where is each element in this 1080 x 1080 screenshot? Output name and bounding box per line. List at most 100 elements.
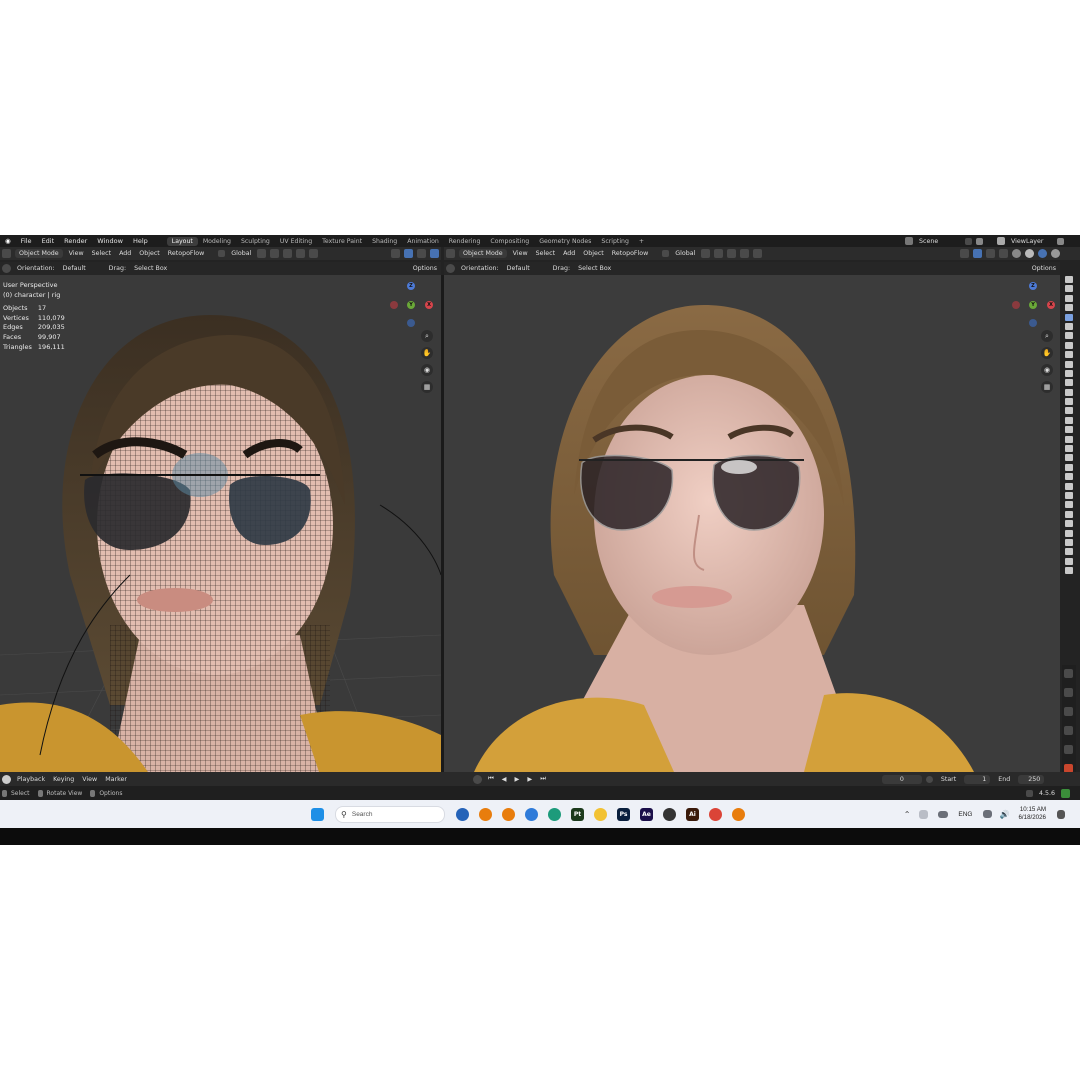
ortho-grid-icon[interactable]: ▦ [421, 381, 433, 393]
visibility-icon[interactable] [960, 249, 969, 258]
end-frame-field[interactable]: 250 [1018, 774, 1045, 784]
xray-icon[interactable] [430, 249, 439, 258]
start-frame-field[interactable]: 1 [964, 774, 991, 784]
windows-start-icon[interactable] [311, 807, 324, 821]
pin-icon[interactable] [965, 237, 972, 245]
play-icon[interactable]: ▶ [511, 776, 524, 783]
scene-properties-icon[interactable] [1064, 726, 1073, 735]
tool-properties-icon[interactable] [1064, 669, 1073, 678]
new-viewlayer-icon[interactable] [1057, 237, 1064, 245]
camera-view-icon[interactable]: ◉ [421, 364, 433, 376]
snap-settings-icon[interactable] [727, 249, 737, 258]
tab-geometry-nodes[interactable]: Geometry Nodes [534, 237, 596, 246]
menu-window[interactable]: Window [92, 237, 128, 245]
render-toggle-icon[interactable] [1065, 567, 1073, 575]
render-toggle-icon[interactable] [1065, 407, 1073, 415]
retopoflow-menu[interactable]: RetopoFlow [608, 250, 653, 257]
taskbar-search-box[interactable]: ⚲ Search [335, 805, 445, 823]
editor-type-icon[interactable] [2, 249, 11, 258]
orientation-dropdown[interactable]: Default [59, 265, 105, 272]
z-axis-handle[interactable]: Z [407, 282, 415, 290]
task-view-icon[interactable] [456, 807, 469, 821]
ortho-grid-icon[interactable]: ▦ [1041, 381, 1053, 393]
tab-sculpting[interactable]: Sculpting [236, 237, 275, 246]
next-keyframe-icon[interactable]: ▶ [523, 776, 536, 783]
viewport-menu-view[interactable]: View [509, 250, 532, 257]
volume-icon[interactable]: 🔊 [1000, 810, 1010, 819]
clock[interactable]: 10:15 AM 6/18/2026 [1018, 806, 1046, 822]
menu-render[interactable]: Render [59, 237, 92, 245]
gizmo-toggle-icon[interactable] [973, 249, 982, 258]
render-toggle-icon[interactable] [1065, 538, 1073, 546]
render-toggle-icon[interactable] [1065, 548, 1073, 556]
render-toggle-icon[interactable] [1065, 369, 1073, 377]
navigation-gizmo[interactable]: Z Y X [388, 281, 438, 327]
options-dropdown[interactable]: Options [409, 265, 441, 272]
add-workspace-button[interactable]: + [634, 237, 649, 246]
render-toggle-icon[interactable] [1065, 445, 1073, 453]
viewport-menu-select[interactable]: Select [88, 250, 115, 257]
transform-global-dropdown[interactable]: Global [227, 250, 255, 257]
output-properties-icon[interactable] [1064, 707, 1073, 716]
render-toggle-icon[interactable] [1065, 501, 1073, 509]
tab-texture-paint[interactable]: Texture Paint [317, 237, 367, 246]
render-toggle-icon[interactable] [1065, 276, 1073, 283]
tray-app-icon[interactable] [919, 809, 929, 819]
render-properties-icon[interactable] [1064, 688, 1073, 697]
tab-shading[interactable]: Shading [367, 237, 402, 246]
render-toggle-icon[interactable] [1065, 351, 1073, 359]
world-properties-icon[interactable] [1064, 745, 1073, 754]
mode-dropdown[interactable]: Object Mode [459, 249, 507, 258]
render-toggle-icon[interactable] [1065, 313, 1073, 321]
transform-global-dropdown[interactable]: Global [671, 250, 699, 257]
falloff-icon[interactable] [309, 249, 319, 258]
viewport-menu-view[interactable]: View [65, 250, 88, 257]
render-toggle-icon[interactable] [1065, 510, 1073, 518]
render-toggle-icon[interactable] [1065, 294, 1073, 302]
render-toggle-icon[interactable] [1065, 379, 1073, 387]
drag-dropdown[interactable]: Select Box [130, 265, 171, 272]
tab-scripting[interactable]: Scripting [596, 237, 634, 246]
tab-rendering[interactable]: Rendering [444, 237, 486, 246]
scene-selector[interactable]: Scene [915, 238, 963, 245]
falloff-icon[interactable] [753, 249, 763, 258]
left-viewport-wireframe[interactable]: User Perspective (0) character | rig Obj… [0, 275, 441, 772]
xray-icon[interactable] [999, 249, 1008, 258]
overlay-icon[interactable] [417, 249, 426, 258]
menu-help[interactable]: Help [128, 237, 153, 245]
store-icon[interactable] [525, 807, 538, 821]
retopoflow-menu[interactable]: RetopoFlow [164, 250, 209, 257]
network-icon[interactable] [982, 810, 992, 818]
neg-x-axis-handle[interactable] [1012, 301, 1020, 309]
render-toggle-icon[interactable] [1065, 482, 1073, 490]
render-toggle-icon[interactable] [1065, 388, 1073, 396]
render-toggle-icon[interactable] [1065, 360, 1073, 368]
render-toggle-icon[interactable] [1065, 416, 1073, 424]
z-axis-handle[interactable]: Z [1029, 282, 1037, 290]
viewport-menu-object[interactable]: Object [579, 250, 608, 257]
gizmo-toggle-icon[interactable] [404, 249, 413, 258]
snap-settings-icon[interactable] [283, 249, 293, 258]
tab-compositing[interactable]: Compositing [485, 237, 534, 246]
viewport-menu-object[interactable]: Object [135, 250, 164, 257]
viewport-menu-add[interactable]: Add [115, 250, 135, 257]
timeline-menu-marker[interactable]: Marker [101, 776, 131, 783]
tray-chevron-icon[interactable]: ⌃ [904, 810, 911, 819]
outliner-visibility-column[interactable] [1062, 275, 1076, 577]
tab-modeling[interactable]: Modeling [198, 237, 236, 246]
render-toggle-icon[interactable] [1065, 557, 1073, 565]
render-toggle-icon[interactable] [1065, 398, 1073, 406]
jump-start-icon[interactable]: ⏮ [484, 775, 498, 783]
navigation-gizmo[interactable]: Z Y X [1010, 281, 1060, 327]
rendered-shading-icon[interactable] [1051, 249, 1060, 258]
camera-view-icon[interactable]: ◉ [1041, 364, 1053, 376]
viewlayer-selector[interactable]: ViewLayer [1007, 238, 1055, 245]
zbrush-icon[interactable] [663, 807, 676, 821]
wireframe-shading-icon[interactable] [1012, 249, 1021, 258]
blender-icon[interactable] [732, 807, 745, 821]
ae-icon[interactable]: Ae [640, 807, 653, 821]
material-shading-icon[interactable] [1038, 249, 1047, 258]
timeline-menu-view[interactable]: View [78, 776, 101, 783]
tab-uv-editing[interactable]: UV Editing [275, 237, 317, 246]
render-toggle-icon[interactable] [1065, 454, 1073, 462]
